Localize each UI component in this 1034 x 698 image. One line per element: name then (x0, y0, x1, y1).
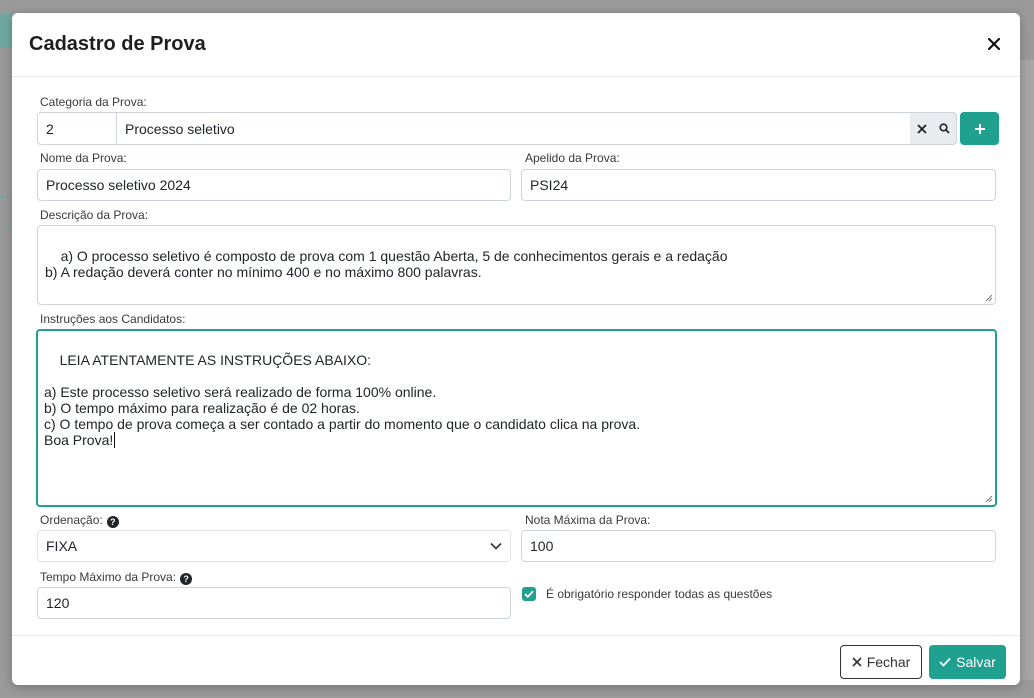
apelido-input[interactable]: PSI24 (521, 169, 996, 201)
text-cursor (114, 432, 116, 448)
obrigatorio-label: É obrigatório responder todas as questõe… (546, 587, 773, 601)
ordenacao-selected: FIXA (46, 538, 78, 554)
fechar-label: Fechar (866, 654, 911, 670)
salvar-label: Salvar (956, 654, 996, 670)
descricao-text: a) O processo seletivo é composto de pro… (45, 248, 728, 280)
apelido-label: Apelido da Prova: (525, 151, 620, 165)
instrucoes-text: LEIA ATENTAMENTE AS INSTRUÇÕES ABAIXO: a… (44, 352, 641, 448)
resize-handle-icon[interactable] (985, 294, 993, 302)
resize-handle-icon[interactable] (985, 495, 993, 503)
close-icon (852, 657, 862, 667)
cadastro-prova-modal: Cadastro de Prova Categoria da Prova: 2 … (12, 13, 1020, 685)
background-scroll-area (1020, 60, 1034, 680)
tempo-maximo-label-text: Tempo Máximo da Prova: (40, 570, 177, 584)
categoria-code-input[interactable]: 2 (37, 112, 117, 145)
clear-icon (917, 123, 927, 134)
obrigatorio-checkbox[interactable] (522, 587, 536, 601)
chevron-down-icon (490, 542, 502, 550)
help-icon[interactable]: ? (180, 573, 193, 585)
clear-categoria-button[interactable] (910, 112, 934, 145)
nome-label: Nome da Prova: (40, 151, 127, 165)
ordenacao-label-text: Ordenação: (40, 513, 103, 527)
modal-header: Cadastro de Prova (12, 13, 1020, 77)
modal-title: Cadastro de Prova (29, 33, 206, 55)
plus-icon (974, 123, 985, 134)
descricao-textarea[interactable]: a) O processo seletivo é composto de pro… (37, 225, 996, 305)
nota-maxima-label: Nota Máxima da Prova: (525, 513, 651, 527)
add-categoria-button[interactable] (960, 112, 999, 145)
ordenacao-select[interactable]: FIXA (37, 530, 511, 562)
check-icon (939, 657, 951, 667)
tempo-maximo-input[interactable]: 120 (37, 587, 511, 619)
instrucoes-label: Instruções aos Candidatos: (40, 312, 186, 326)
tempo-maximo-label: Tempo Máximo da Prova:? (40, 570, 193, 585)
fechar-button[interactable]: Fechar (840, 645, 922, 679)
descricao-label: Descrição da Prova: (40, 208, 149, 222)
check-icon (524, 590, 534, 598)
modal-footer: Fechar Salvar (12, 635, 1020, 685)
help-icon[interactable]: ? (106, 516, 119, 528)
instrucoes-textarea[interactable]: LEIA ATENTAMENTE AS INSTRUÇÕES ABAIXO: a… (36, 329, 997, 507)
search-categoria-button[interactable] (933, 112, 957, 145)
close-icon[interactable] (984, 33, 1004, 56)
salvar-button[interactable]: Salvar (929, 645, 1006, 679)
nota-maxima-input[interactable]: 100 (521, 530, 996, 562)
search-icon (939, 123, 950, 134)
background-element (0, 196, 10, 228)
categoria-label: Categoria da Prova: (40, 95, 147, 109)
nome-input[interactable]: Processo seletivo 2024 (37, 169, 511, 201)
ordenacao-label: Ordenação:? (40, 513, 119, 528)
categoria-name-input[interactable]: Processo seletivo (116, 112, 911, 145)
